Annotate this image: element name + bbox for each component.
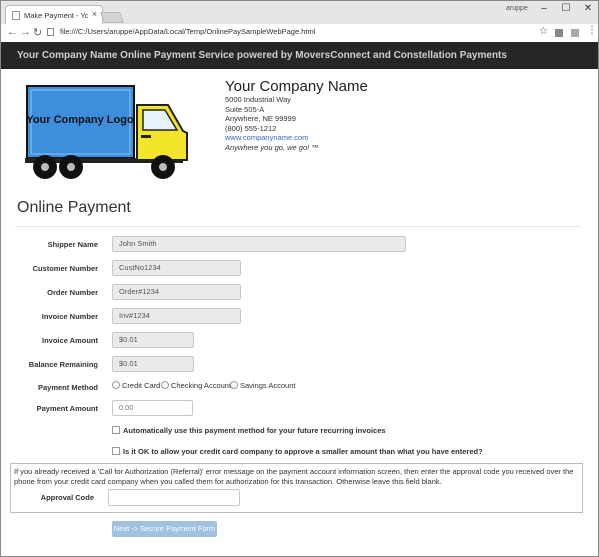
company-logo: Your Company Logo bbox=[23, 83, 191, 186]
divider bbox=[15, 226, 581, 227]
invoice-number-label: Invoice Number bbox=[41, 312, 98, 321]
checkbox-icon bbox=[112, 447, 120, 455]
minimize-button[interactable]: – bbox=[537, 3, 551, 14]
payment-method-label: Payment Method bbox=[37, 383, 98, 392]
authorization-instructions: If you already received a 'Call for Auth… bbox=[14, 467, 574, 486]
tab-strip: Make Payment - Your Co × aruppe – ☐ ✕ bbox=[1, 1, 598, 25]
invoice-amount-label: Invoice Amount bbox=[42, 336, 98, 345]
tagline: Anywhere you go, we go! ™ bbox=[225, 142, 319, 152]
company-name: Your Company Name bbox=[225, 78, 368, 95]
page-title: Online Payment bbox=[17, 199, 131, 216]
browser-tab[interactable]: Make Payment - Your Co × bbox=[5, 5, 103, 25]
url-input[interactable]: file:///C:/Users/aruppe/AppData/Local/Te… bbox=[45, 26, 550, 39]
payment-amount-label: Payment Amount bbox=[36, 404, 98, 413]
logo-text: Your Company Logo bbox=[26, 114, 134, 126]
authorization-panel: If you already received a 'Call for Auth… bbox=[10, 463, 583, 513]
radio-savings-account-label: Savings Account bbox=[240, 381, 296, 390]
reload-icon[interactable]: ↻ bbox=[33, 26, 42, 39]
radio-checking-account[interactable]: Checking Account bbox=[161, 381, 231, 390]
page-banner: Your Company Name Online Payment Service… bbox=[1, 42, 598, 69]
invoice-amount-field[interactable]: $0.01 bbox=[112, 332, 194, 348]
bookmark-star-icon[interactable]: ☆ bbox=[539, 26, 548, 37]
smaller-amount-checkbox-label: Is it OK to allow your credit card compa… bbox=[123, 447, 483, 456]
customer-number-field[interactable]: CustNo1234 bbox=[112, 260, 241, 276]
recurring-checkbox-label: Automatically use this payment method fo… bbox=[123, 426, 386, 435]
order-number-field[interactable]: Order#1234 bbox=[112, 284, 241, 300]
address-line-2: Suite 505-A bbox=[225, 104, 265, 114]
close-window-button[interactable]: ✕ bbox=[581, 3, 595, 14]
checkbox-icon bbox=[112, 426, 120, 434]
radio-icon bbox=[161, 381, 169, 389]
customer-number-label: Customer Number bbox=[32, 264, 98, 273]
radio-icon bbox=[112, 381, 120, 389]
phone: (800) 555-1212 bbox=[225, 123, 277, 133]
extension-icon-2[interactable] bbox=[571, 29, 579, 37]
city-state: Anywhere, NE 99999 bbox=[225, 114, 296, 124]
balance-remaining-field[interactable]: $0.01 bbox=[112, 356, 194, 372]
order-number-label: Order Number bbox=[47, 288, 98, 297]
radio-checking-account-label: Checking Account bbox=[171, 381, 232, 390]
website-link[interactable]: www.companyname.com bbox=[225, 133, 368, 143]
shipper-name-label: Shipper Name bbox=[47, 240, 98, 249]
back-icon[interactable]: ← bbox=[7, 26, 18, 38]
recurring-checkbox[interactable]: Automatically use this payment method fo… bbox=[112, 426, 386, 435]
tab-title: Make Payment - Your Co bbox=[24, 11, 88, 20]
smaller-amount-checkbox[interactable]: Is it OK to allow your credit card compa… bbox=[112, 447, 483, 456]
payment-amount-input[interactable]: 0.00 bbox=[112, 400, 193, 416]
url-text: file:///C:/Users/aruppe/AppData/Local/Te… bbox=[60, 27, 316, 36]
profile-name[interactable]: aruppe bbox=[506, 5, 528, 12]
maximize-button[interactable]: ☐ bbox=[559, 3, 573, 14]
approval-code-input[interactable] bbox=[108, 489, 240, 506]
shipper-name-field[interactable]: John Smith bbox=[112, 236, 406, 252]
address-bar-row: ← → ↻ file:///C:/Users/aruppe/AppData/Lo… bbox=[1, 24, 598, 43]
invoice-number-field[interactable]: Inv#1234 bbox=[112, 308, 241, 324]
radio-savings-account[interactable]: Savings Account bbox=[230, 381, 295, 390]
page-icon bbox=[12, 11, 20, 20]
forward-icon[interactable]: → bbox=[20, 26, 31, 38]
tab-close-icon[interactable]: × bbox=[92, 9, 97, 19]
radio-icon bbox=[230, 381, 238, 389]
browser-window: Make Payment - Your Co × aruppe – ☐ ✕ ← … bbox=[0, 0, 599, 557]
extension-icon[interactable] bbox=[555, 29, 563, 37]
company-info: Your Company Name 5000 Industrial Way Su… bbox=[225, 78, 368, 153]
address-line-1: 5000 Industrial Way bbox=[225, 95, 292, 104]
radio-credit-card-label: Credit Card bbox=[122, 381, 161, 390]
radio-credit-card[interactable]: Credit Card bbox=[112, 381, 160, 390]
balance-remaining-label: Balance Remaining bbox=[28, 360, 98, 369]
next-secure-payment-button[interactable]: Next -> Secure Payment Form bbox=[112, 521, 217, 537]
new-tab-button[interactable] bbox=[99, 12, 125, 23]
approval-code-label: Approval Code bbox=[40, 493, 94, 502]
menu-kebab-icon[interactable]: ⋮ bbox=[587, 25, 597, 36]
file-icon bbox=[47, 28, 54, 36]
